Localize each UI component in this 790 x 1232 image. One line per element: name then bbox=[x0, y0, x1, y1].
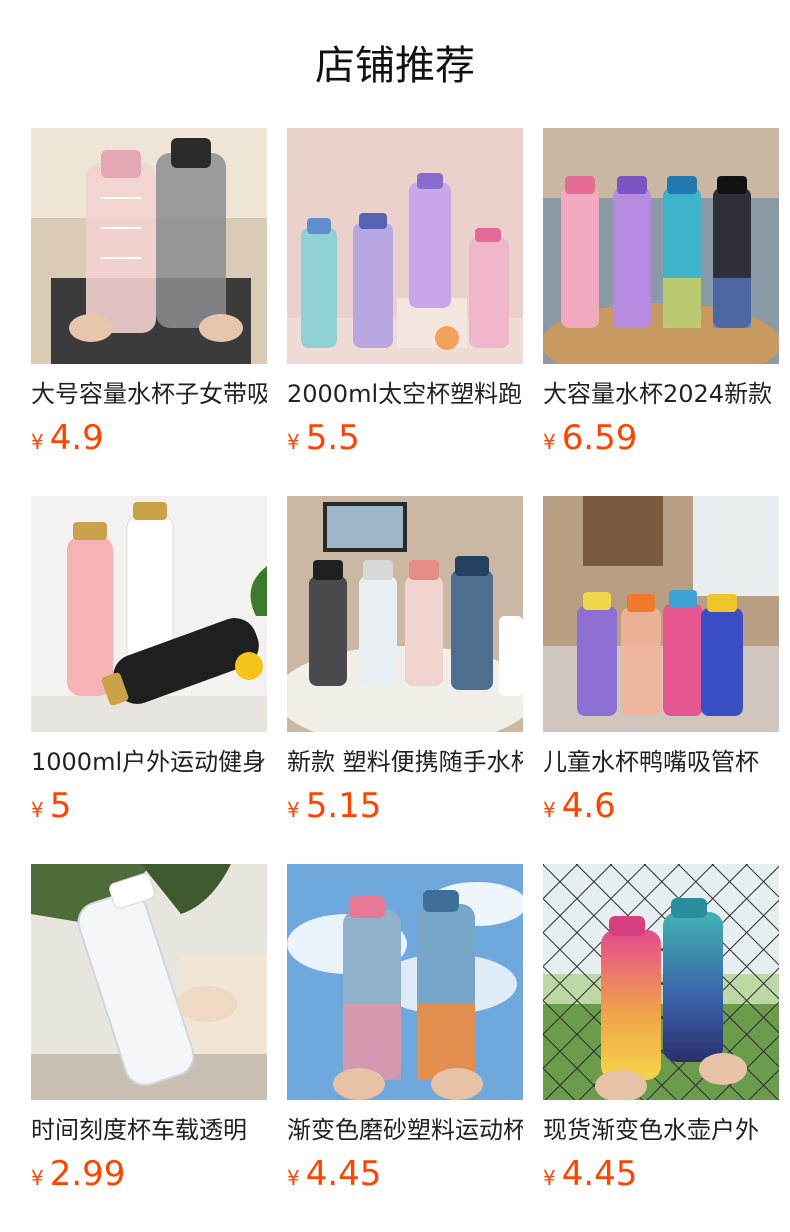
price-amount: 5.5 bbox=[305, 418, 360, 458]
product-price: ¥6.59 bbox=[543, 418, 779, 458]
product-name[interactable]: 大容量水杯2024新款 bbox=[543, 378, 779, 410]
product-name[interactable]: 时间刻度杯车载透明 bbox=[31, 1114, 267, 1146]
price-amount: 6.59 bbox=[561, 418, 638, 458]
section-title: 店铺推荐 bbox=[315, 43, 475, 89]
currency-symbol: ¥ bbox=[31, 1166, 44, 1190]
product-card[interactable]: 2000ml太空杯塑料跑步 ¥5.5 bbox=[287, 128, 523, 458]
currency-symbol: ¥ bbox=[543, 430, 556, 454]
price-amount: 4.45 bbox=[561, 1154, 638, 1194]
product-price: ¥4.9 bbox=[31, 418, 267, 458]
product-name[interactable]: 新款 塑料便携随手水杯 bbox=[287, 746, 523, 778]
price-amount: 4.9 bbox=[49, 418, 104, 458]
currency-symbol: ¥ bbox=[31, 798, 44, 822]
product-image[interactable] bbox=[287, 496, 523, 732]
product-price: ¥2.99 bbox=[31, 1154, 267, 1194]
product-price: ¥4.6 bbox=[543, 786, 779, 826]
price-amount: 4.45 bbox=[305, 1154, 382, 1194]
product-name[interactable]: 儿童水杯鸭嘴吸管杯 bbox=[543, 746, 779, 778]
product-name[interactable]: 大号容量水杯子女带吸管 bbox=[31, 378, 267, 410]
product-image[interactable] bbox=[287, 864, 523, 1100]
product-name[interactable]: 渐变色磨砂塑料运动杯 bbox=[287, 1114, 523, 1146]
price-amount: 2.99 bbox=[49, 1154, 126, 1194]
product-image[interactable] bbox=[31, 864, 267, 1100]
product-card[interactable]: 儿童水杯鸭嘴吸管杯 ¥4.6 bbox=[543, 496, 779, 826]
currency-symbol: ¥ bbox=[287, 1166, 300, 1190]
product-card[interactable]: 大号容量水杯子女带吸管 ¥4.9 bbox=[31, 128, 267, 458]
product-name[interactable]: 现货渐变色水壶户外 bbox=[543, 1114, 779, 1146]
product-image[interactable] bbox=[543, 864, 779, 1100]
currency-symbol: ¥ bbox=[287, 798, 300, 822]
product-price: ¥4.45 bbox=[543, 1154, 779, 1194]
product-card[interactable]: 现货渐变色水壶户外 ¥4.45 bbox=[543, 864, 779, 1194]
product-name[interactable]: 2000ml太空杯塑料跑步 bbox=[287, 378, 523, 410]
product-price: ¥5 bbox=[31, 786, 267, 826]
product-price: ¥5.5 bbox=[287, 418, 523, 458]
product-name[interactable]: 1000ml户外运动健身 bbox=[31, 746, 267, 778]
product-image[interactable] bbox=[543, 496, 779, 732]
price-amount: 5.15 bbox=[305, 786, 382, 826]
price-amount: 4.6 bbox=[561, 786, 616, 826]
currency-symbol: ¥ bbox=[287, 430, 300, 454]
product-image[interactable] bbox=[31, 496, 267, 732]
product-card[interactable]: 大容量水杯2024新款 ¥6.59 bbox=[543, 128, 779, 458]
price-amount: 5 bbox=[49, 786, 72, 826]
product-image[interactable] bbox=[287, 128, 523, 364]
product-image[interactable] bbox=[543, 128, 779, 364]
product-card[interactable]: 时间刻度杯车载透明 ¥2.99 bbox=[31, 864, 267, 1194]
product-image[interactable] bbox=[31, 128, 267, 364]
currency-symbol: ¥ bbox=[543, 798, 556, 822]
product-card[interactable]: 1000ml户外运动健身 ¥5 bbox=[31, 496, 267, 826]
currency-symbol: ¥ bbox=[543, 1166, 556, 1190]
store-recommendations-page: 店铺推荐 大号容量水杯子女带吸 ¥ 4.9 2000ml太空杯塑料跑步 ¥ 5.… bbox=[0, 0, 790, 1232]
product-price: ¥5.15 bbox=[287, 786, 523, 826]
product-price: ¥4.45 bbox=[287, 1154, 523, 1194]
product-card[interactable]: 新款 塑料便携随手水杯 ¥5.15 bbox=[287, 496, 523, 826]
currency-symbol: ¥ bbox=[31, 430, 44, 454]
product-card[interactable]: 渐变色磨砂塑料运动杯 ¥4.45 bbox=[287, 864, 523, 1194]
